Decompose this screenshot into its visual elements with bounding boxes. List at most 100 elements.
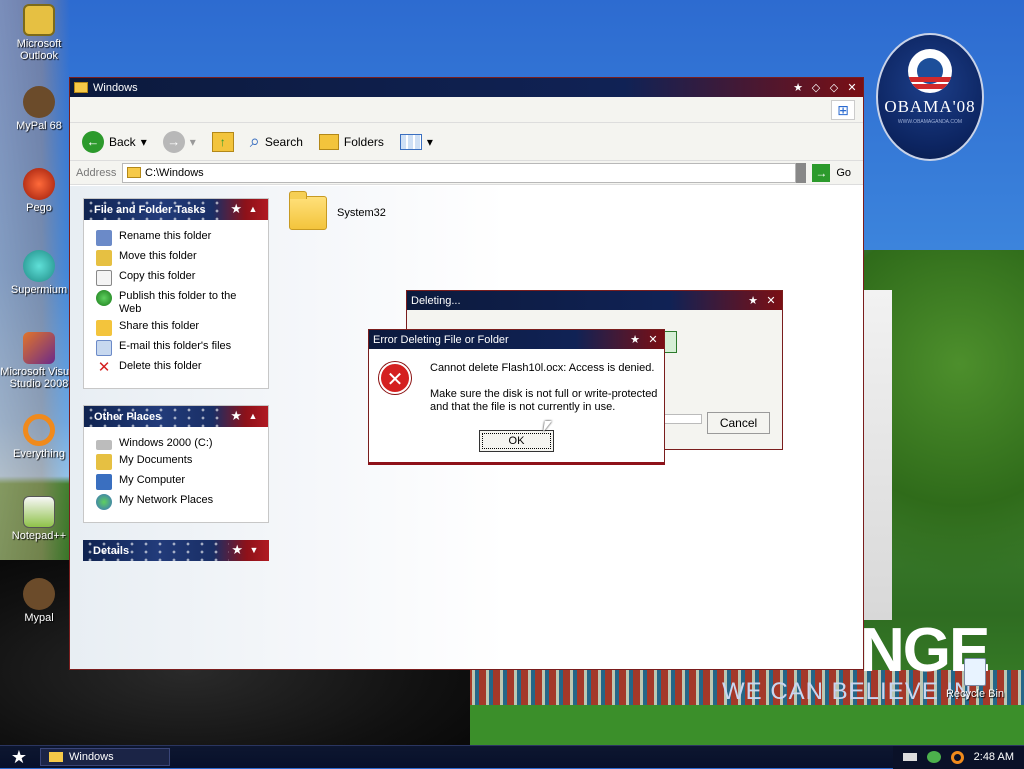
task-publish[interactable]: Publish this folder to the Web	[96, 290, 258, 316]
dialog-titlebar[interactable]: Deleting... ★ ✕	[407, 291, 782, 310]
star-icon: ★	[630, 334, 640, 346]
desktop-icon-everything[interactable]: Everything	[0, 414, 78, 460]
supermium-icon	[23, 250, 55, 282]
cancel-button[interactable]: Cancel	[707, 412, 770, 434]
task-rename[interactable]: Rename this folder	[96, 230, 258, 246]
place-my-computer[interactable]: My Computer	[96, 474, 258, 490]
desktop-icon-mypal[interactable]: Mypal	[0, 578, 78, 624]
delete-x-icon: ✕	[97, 359, 111, 376]
everything-tray-icon[interactable]	[950, 750, 964, 764]
globe-icon	[96, 290, 112, 306]
windows-flag-icon: ⊞	[831, 100, 855, 120]
obama-badge-text: OBAMA'08	[884, 97, 976, 116]
back-button[interactable]: ← Back ▾	[78, 129, 151, 155]
panel-header[interactable]: Details ★ ▼	[83, 540, 269, 561]
expand-icon[interactable]: ▼	[247, 543, 261, 557]
star-icon: ★	[230, 408, 242, 423]
desktop-icon-outlook[interactable]: Microsoft Outlook	[0, 4, 78, 62]
desktop-icon-supermium[interactable]: Supermium	[0, 250, 78, 296]
obama-badge-url: WWW.OBAMAGANDA.COM	[897, 119, 963, 125]
forward-button[interactable]: → ▾	[159, 129, 200, 155]
notepadpp-icon	[23, 496, 55, 528]
desktop-icon-pego[interactable]: Pego	[0, 168, 78, 214]
maximize-button[interactable]: ◇	[827, 81, 841, 94]
clock[interactable]: 2:48 AM	[974, 751, 1014, 763]
panel-header[interactable]: File and Folder Tasks ★ ▲	[84, 199, 268, 220]
task-copy[interactable]: Copy this folder	[96, 270, 258, 286]
file-folder-tasks-panel: File and Folder Tasks ★ ▲ Rename this fo…	[83, 198, 269, 389]
obama-logo-icon	[908, 49, 952, 93]
collapse-icon[interactable]: ▲	[246, 202, 260, 216]
go-arrow-icon: →	[812, 163, 831, 182]
address-label: Address	[76, 166, 117, 179]
place-drive-c[interactable]: Windows 2000 (C:)	[96, 437, 258, 450]
start-button[interactable]: ★	[0, 747, 38, 768]
star-icon: ★	[793, 82, 803, 94]
folder-icon	[74, 82, 88, 93]
close-button[interactable]: ✕	[845, 81, 859, 94]
views-button[interactable]: ▾	[396, 132, 437, 152]
dialog-titlebar[interactable]: Error Deleting File or Folder ★ ✕	[369, 330, 664, 349]
ok-button[interactable]: OK	[479, 430, 554, 452]
desktop-icon-mypal68[interactable]: MyPal 68	[0, 86, 78, 132]
close-button[interactable]: ✕	[646, 333, 660, 346]
chevron-down-icon: ▾	[140, 134, 147, 149]
obama-badge: OBAMA'08 WWW.OBAMAGANDA.COM	[876, 33, 984, 161]
chevron-down-icon: ▾	[189, 134, 196, 149]
toolbar: ← Back ▾ → ▾ ↑ ⌕ Search Folders ▾	[70, 123, 863, 161]
share-icon	[96, 320, 112, 336]
folder-icon	[127, 167, 141, 178]
folder-icon	[289, 191, 327, 230]
search-button[interactable]: ⌕ Search	[246, 129, 307, 154]
system-tray: 2:48 AM	[892, 745, 1024, 769]
rename-icon	[96, 230, 112, 246]
task-email[interactable]: E-mail this folder's files	[96, 340, 258, 356]
keyboard-icon[interactable]	[902, 753, 917, 761]
raccoon-icon	[23, 578, 55, 610]
collapse-icon[interactable]: ▲	[246, 409, 260, 423]
network-icon	[96, 494, 112, 510]
back-arrow-icon: ←	[82, 130, 104, 153]
window-titlebar[interactable]: Windows ★ ◇ ◇ ✕	[70, 78, 863, 97]
details-panel: Details ★ ▼	[83, 540, 269, 561]
wallpaper-lawn	[465, 705, 1024, 745]
wallpaper-white-house	[862, 290, 892, 620]
task-share[interactable]: Share this folder	[96, 320, 258, 336]
go-button[interactable]: → Go	[806, 163, 863, 182]
taskbar: ★ Windows 2:48 AM	[0, 745, 1024, 769]
error-dialog: Error Deleting File or Folder ★ ✕ ✕ Cann…	[368, 329, 665, 465]
desktop-icon-notepadpp[interactable]: Notepad++	[0, 496, 78, 542]
up-folder-button[interactable]: ↑	[208, 130, 238, 154]
chevron-down-icon: ▾	[426, 134, 433, 149]
desktop-icon-visual-studio[interactable]: Microsoft Visual Studio 2008	[0, 332, 78, 390]
raccoon-icon	[23, 86, 55, 118]
window-title: Windows	[93, 81, 138, 94]
outlook-icon	[23, 4, 55, 36]
close-button[interactable]: ✕	[764, 294, 778, 307]
taskbar-button-windows[interactable]: Windows	[40, 748, 170, 766]
move-icon	[96, 250, 112, 266]
task-move[interactable]: Move this folder	[96, 250, 258, 266]
minimize-button[interactable]: ◇	[809, 81, 823, 94]
desktop-icon-recycle-bin[interactable]: Recycle Bin	[936, 658, 1014, 700]
search-icon: ⌕	[249, 131, 260, 151]
task-delete[interactable]: ✕ Delete this folder	[96, 360, 258, 376]
recycle-bin-icon	[964, 658, 986, 686]
star-icon: ★	[231, 542, 243, 557]
address-bar: Address C:\Windows → Go	[70, 161, 863, 185]
address-dropdown[interactable]	[796, 162, 807, 183]
other-places-panel: Other Places ★ ▲ Windows 2000 (C:) My Do…	[83, 405, 269, 523]
address-input[interactable]: C:\Windows	[122, 162, 797, 183]
panel-header[interactable]: Other Places ★ ▲	[84, 406, 268, 427]
folder-item-system32[interactable]: System32	[289, 191, 386, 230]
up-folder-icon: ↑	[211, 131, 234, 152]
error-icon: ✕	[379, 362, 411, 394]
progress-bar	[662, 414, 702, 424]
folders-button[interactable]: Folders	[315, 132, 388, 152]
drive-icon	[96, 440, 112, 450]
my-documents-icon	[96, 454, 112, 470]
network-tray-icon[interactable]	[926, 751, 941, 763]
place-my-documents[interactable]: My Documents	[96, 454, 258, 470]
error-message: Cannot delete Flash10l.ocx: Access is de…	[430, 362, 655, 374]
place-my-network[interactable]: My Network Places	[96, 494, 258, 510]
